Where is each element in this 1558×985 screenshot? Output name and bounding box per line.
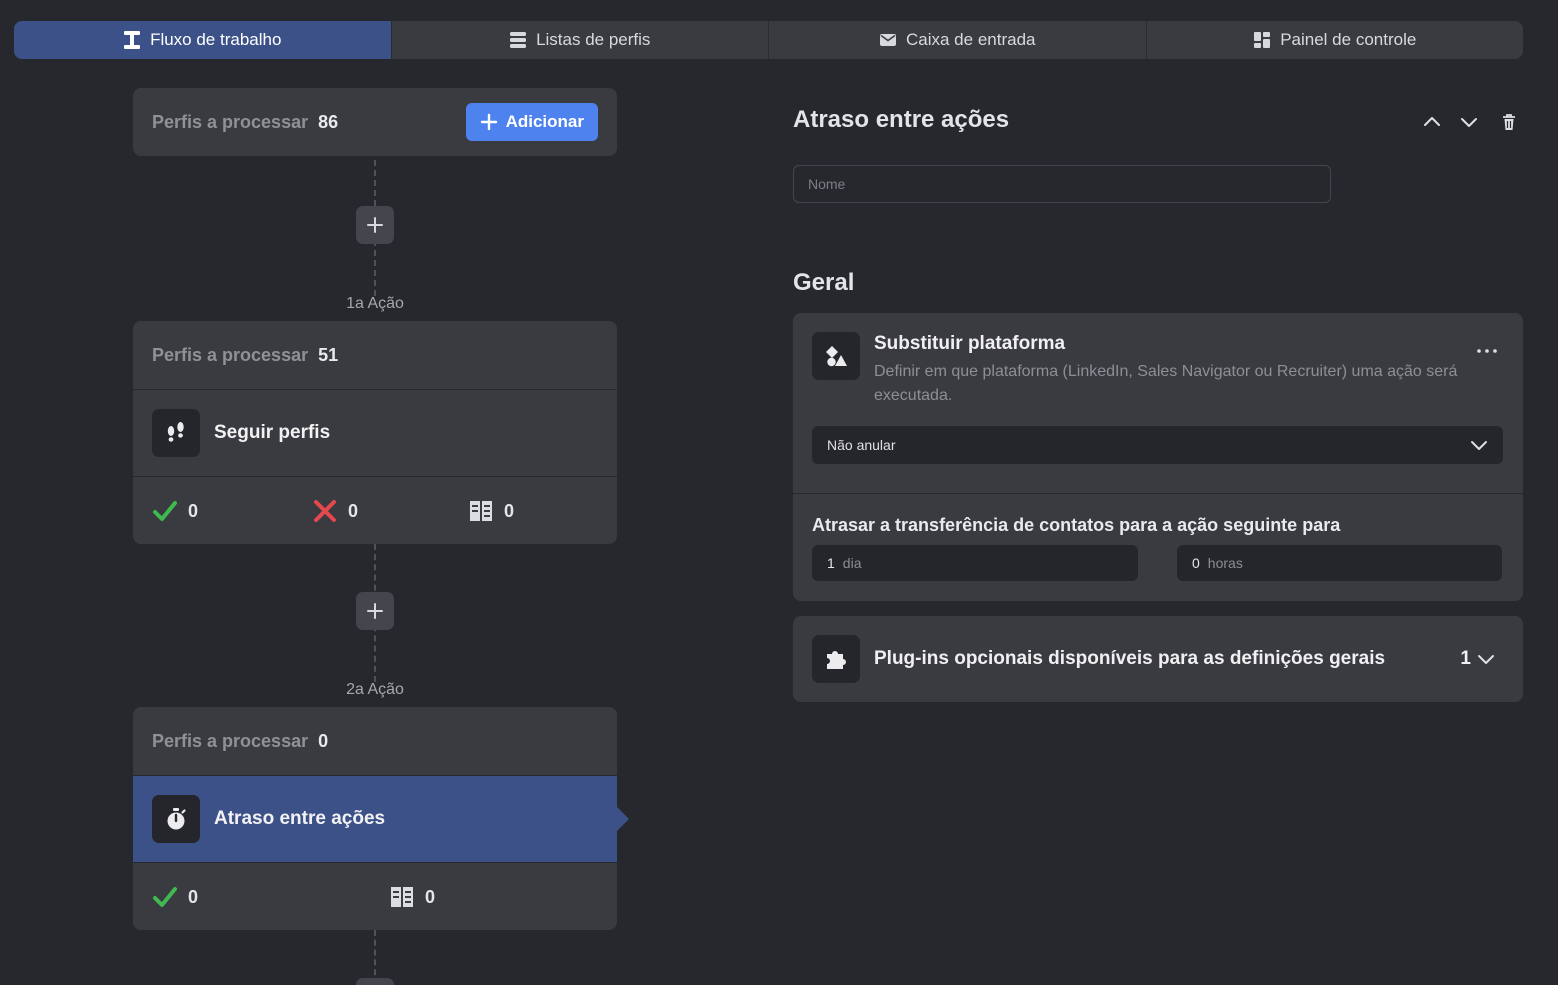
action-stats: 0 0 [133, 862, 617, 930]
plugins-count: 1 [1460, 648, 1495, 670]
chevron-down-icon [1471, 441, 1487, 450]
stat-success: 0 [152, 477, 198, 545]
delay-hours-field[interactable]: 0 horas [1177, 545, 1502, 581]
profiles-to-process-count: 51 [318, 344, 339, 365]
envelope-icon [880, 34, 896, 46]
plus-icon [480, 113, 497, 131]
tab-inbox[interactable]: Caixa de entrada [769, 21, 1147, 59]
platform-setting-title: Substituir plataforma [874, 333, 1066, 354]
top-tab-bar: Fluxo de trabalho Listas de perfis Caixa… [14, 21, 1523, 59]
action-icon-box [152, 795, 200, 843]
action-name: Atraso entre ações [214, 808, 386, 829]
stat-failed-count: 0 [348, 500, 359, 521]
plugins-count-value: 1 [1460, 648, 1471, 669]
action-card: Perfis a processar 0 Atraso entre ações … [133, 707, 629, 930]
stat-skipped-count: 0 [504, 500, 515, 521]
puzzle-icon [827, 651, 846, 669]
tab-profile-lists[interactable]: Listas de perfis [392, 21, 769, 59]
tab-label: Listas de perfis [536, 30, 651, 49]
trash-icon [1503, 114, 1515, 130]
optional-plugins-card[interactable]: Plug-ins opcionais disponíveis para as d… [793, 616, 1523, 702]
platform-select[interactable]: Não anular [812, 426, 1503, 464]
delay-hours-value: 0 [1192, 555, 1200, 571]
more-options-button[interactable] [1475, 341, 1499, 361]
action-follow-profiles[interactable]: Seguir perfis [133, 389, 617, 476]
add-profiles-button[interactable]: Adicionar [465, 103, 598, 141]
stopwatch-icon [167, 808, 186, 830]
add-step-button[interactable] [356, 206, 394, 244]
skip-icon [391, 887, 413, 907]
tab-label: Fluxo de trabalho [150, 30, 282, 49]
add-step-button[interactable] [356, 592, 394, 630]
dashboard-icon [1254, 32, 1271, 48]
source-card-header: Perfis a processar 86 Adicionar [133, 88, 617, 156]
step-label: 1a Ação [346, 295, 404, 312]
profiles-to-process-label: Perfis a processar [152, 111, 309, 132]
plugins-label: Plug-ins opcionais disponíveis para as d… [874, 648, 1386, 669]
stat-skipped: 0 [389, 863, 435, 931]
skip-icon [470, 501, 492, 521]
more-dots-icon [1477, 349, 1497, 353]
stat-skipped-count: 0 [425, 886, 436, 907]
action-icon-box [152, 409, 200, 457]
stat-failed: 0 [312, 477, 358, 545]
tab-label: Caixa de entrada [906, 30, 1036, 49]
move-down-button[interactable] [1457, 110, 1481, 134]
add-step-button[interactable] [356, 978, 394, 985]
chevron-up-icon [1424, 117, 1440, 126]
delay-hours-unit: horas [1207, 555, 1243, 571]
action-card-header: Perfis a processar 51 [133, 321, 617, 389]
cross-icon [314, 500, 336, 522]
delay-days-value: 1 [827, 555, 835, 571]
stat-skipped: 0 [468, 477, 514, 545]
plus-icon [367, 217, 383, 233]
profiles-to-process-label: Perfis a processar [152, 344, 309, 365]
workflow-icon [124, 31, 141, 49]
list-icon [510, 32, 527, 48]
name-input[interactable] [793, 165, 1331, 203]
stat-success-count: 0 [188, 886, 199, 907]
tab-workflow[interactable]: Fluxo de trabalho [14, 21, 392, 59]
source-card: Perfis a processar 86 Adicionar [133, 88, 617, 156]
panel-title: Atraso entre ações [793, 106, 1010, 133]
shapes-icon [826, 346, 847, 367]
action-name: Seguir perfis [214, 422, 331, 443]
profiles-to-process-label: Perfis a processar [152, 730, 309, 751]
footprints-icon [167, 422, 184, 442]
setting-icon-box [812, 332, 860, 380]
delete-button[interactable] [1497, 110, 1521, 134]
connector-line [374, 930, 376, 985]
platform-select-value: Não anular [827, 437, 896, 453]
section-title: Geral [793, 269, 855, 296]
check-icon [153, 501, 177, 521]
check-icon [153, 887, 177, 907]
chevron-down-icon [1478, 655, 1494, 664]
action-stats: 0 0 0 [133, 476, 617, 544]
setting-icon-box [812, 635, 860, 683]
divider [793, 493, 1523, 494]
stat-success: 0 [152, 863, 198, 931]
tab-label: Painel de controle [1280, 30, 1417, 49]
delay-label: Atrasar a transferência de contatos para… [812, 515, 1341, 535]
add-profiles-label: Adicionar [505, 112, 584, 131]
action-card: Perfis a processar 51 Seguir perfis 0 0 [133, 321, 617, 544]
tab-dashboard[interactable]: Painel de controle [1147, 21, 1524, 59]
general-settings-card: Substituir plataforma Definir em que pla… [793, 313, 1523, 601]
platform-setting-description: Definir em que plataforma (LinkedIn, Sal… [874, 363, 1458, 404]
step-label: 2a Ação [346, 681, 404, 698]
plus-icon [367, 603, 383, 619]
delay-days-unit: dia [842, 555, 862, 571]
profiles-to-process-count: 0 [318, 730, 329, 751]
action-delay-between-actions[interactable]: Atraso entre ações [133, 775, 629, 862]
action-card-header: Perfis a processar 0 [133, 707, 617, 775]
stat-success-count: 0 [188, 500, 199, 521]
profiles-to-process-count: 86 [318, 111, 339, 132]
move-up-button[interactable] [1420, 110, 1444, 134]
delay-days-field[interactable]: 1 dia [812, 545, 1138, 581]
chevron-down-icon [1461, 118, 1477, 127]
